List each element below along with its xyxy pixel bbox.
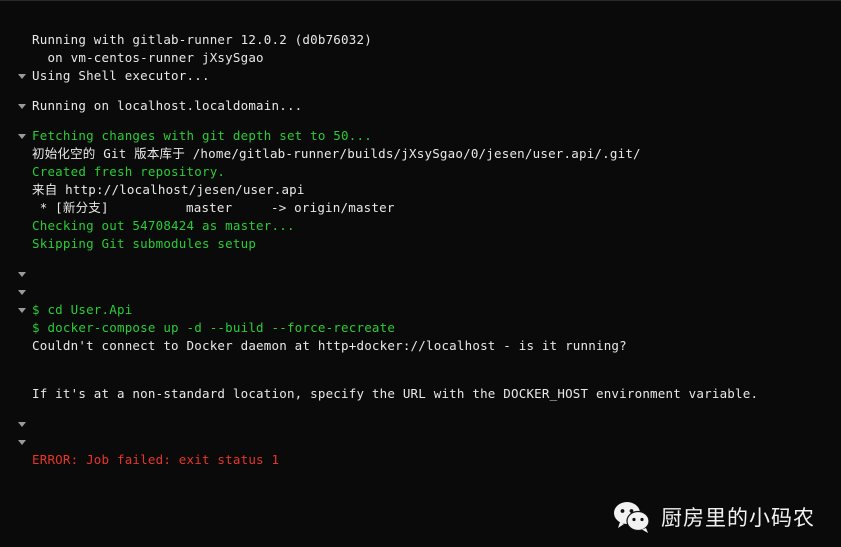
wechat-account-name: 厨房里的小码农	[661, 506, 815, 530]
log-line-text: Skipping Git submodules setup	[32, 236, 257, 251]
log-line	[0, 415, 841, 433]
log-line-text: 初始化空的 Git 版本库于 /home/gitlab-runner/build…	[32, 146, 641, 161]
chevron-down-icon[interactable]	[17, 433, 32, 451]
line-gutter	[17, 451, 32, 469]
chevron-down-icon[interactable]	[17, 265, 32, 283]
log-line-text: Running on localhost.localdomain...	[32, 98, 303, 113]
line-gutter	[17, 163, 32, 181]
line-gutter	[17, 145, 32, 163]
log-line: on vm-centos-runner jXsySgao	[0, 49, 841, 67]
log-line: 来自 http://localhost/jesen/user.api	[0, 181, 841, 199]
log-line-text: Using Shell executor...	[32, 68, 210, 83]
log-line: Fetching changes with git depth set to 5…	[0, 127, 841, 145]
log-line	[0, 265, 841, 283]
log-line-text: Running with gitlab-runner 12.0.2 (d0b76…	[32, 32, 372, 47]
log-line: $ cd User.Api	[0, 301, 841, 319]
log-line: Couldn't connect to Docker daemon at htt…	[0, 337, 841, 355]
line-gutter	[17, 355, 32, 373]
line-gutter	[17, 337, 32, 355]
log-line-text: Checking out 54708424 as master...	[32, 218, 295, 233]
line-gutter	[17, 31, 32, 49]
log-line	[0, 355, 841, 373]
wechat-watermark: 厨房里的小码农	[613, 501, 815, 533]
log-line: Running on localhost.localdomain...	[0, 97, 841, 115]
log-line: Skipping Git submodules setup	[0, 235, 841, 253]
line-gutter	[17, 385, 32, 403]
log-line-text: on vm-centos-runner jXsySgao	[32, 50, 264, 65]
log-line: $ docker-compose up -d --build --force-r…	[0, 319, 841, 337]
log-line-text: ERROR: Job failed: exit status 1	[32, 452, 280, 467]
log-line-text: If it's at a non-standard location, spec…	[32, 386, 759, 401]
job-log-output: Running with gitlab-runner 12.0.2 (d0b76…	[0, 31, 841, 469]
line-gutter	[17, 319, 32, 337]
line-gutter	[17, 181, 32, 199]
line-gutter	[17, 199, 32, 217]
log-line: Checking out 54708424 as master...	[0, 217, 841, 235]
log-line: ERROR: Job failed: exit status 1	[0, 451, 841, 469]
chevron-down-icon[interactable]	[17, 97, 32, 115]
log-line: 初始化空的 Git 版本库于 /home/gitlab-runner/build…	[0, 145, 841, 163]
log-line: Using Shell executor...	[0, 67, 841, 85]
chevron-down-icon[interactable]	[17, 301, 32, 319]
log-line: If it's at a non-standard location, spec…	[0, 385, 841, 403]
chevron-down-icon[interactable]	[17, 415, 32, 433]
log-line: * [新分支] master -> origin/master	[0, 199, 841, 217]
chevron-down-icon[interactable]	[17, 283, 32, 301]
log-line-text: Couldn't connect to Docker daemon at htt…	[32, 338, 627, 353]
line-gutter	[17, 49, 32, 67]
chevron-down-icon[interactable]	[17, 67, 32, 85]
log-line-text: $ docker-compose up -d --build --force-r…	[32, 320, 396, 335]
job-log-terminal: Running with gitlab-runner 12.0.2 (d0b76…	[0, 0, 841, 547]
line-gutter	[17, 217, 32, 235]
log-line-text: * [新分支] master -> origin/master	[32, 200, 395, 215]
chevron-down-icon[interactable]	[17, 127, 32, 145]
wechat-icon	[613, 501, 651, 533]
log-line: Created fresh repository.	[0, 163, 841, 181]
log-line-text: $ cd User.Api	[32, 302, 133, 317]
log-line	[0, 433, 841, 451]
log-line-text: 来自 http://localhost/jesen/user.api	[32, 182, 305, 197]
line-gutter	[17, 235, 32, 253]
log-line: Running with gitlab-runner 12.0.2 (d0b76…	[0, 31, 841, 49]
log-line	[0, 283, 841, 301]
log-line-text: Fetching changes with git depth set to 5…	[32, 128, 372, 143]
log-line-text: Created fresh repository.	[32, 164, 226, 179]
